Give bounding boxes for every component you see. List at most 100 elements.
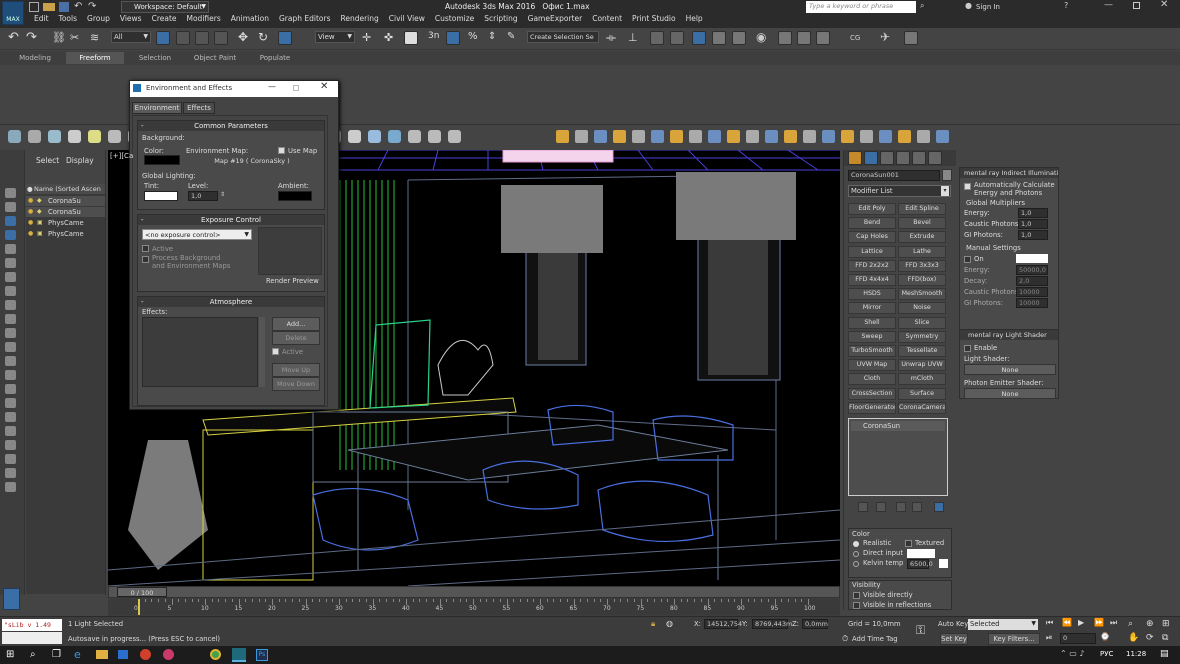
quick-access-new-icon[interactable] bbox=[29, 2, 39, 12]
menu-item-customize[interactable]: Customize bbox=[435, 14, 474, 23]
direct-input-radio[interactable] bbox=[853, 551, 859, 557]
menu-item-tools[interactable]: Tools bbox=[59, 14, 77, 23]
link-icon[interactable]: ⛓ bbox=[52, 31, 66, 44]
freeform-tool-icon[interactable] bbox=[651, 130, 664, 143]
redo-icon[interactable]: ↷ bbox=[26, 30, 37, 45]
tint-swatch[interactable] bbox=[144, 191, 178, 201]
manual-gi-input[interactable]: 10000 bbox=[1016, 298, 1048, 308]
move-up-button[interactable]: Move Up bbox=[272, 363, 320, 377]
time-tag-icon[interactable]: ⏱ bbox=[842, 634, 848, 644]
common-parameters-header[interactable]: Common Parameters - bbox=[138, 121, 324, 131]
extra-tool-icon[interactable] bbox=[388, 130, 401, 143]
selection-filter-dropdown[interactable]: All ▼ bbox=[111, 31, 151, 43]
app-logo[interactable]: MAX bbox=[2, 1, 24, 25]
material-editor-icon[interactable]: ◉ bbox=[756, 30, 766, 44]
key-icon[interactable]: ⚿ bbox=[916, 623, 925, 638]
photon-shader-button[interactable]: None bbox=[964, 388, 1056, 399]
set-key-button[interactable]: Set Key bbox=[940, 633, 968, 645]
language-indicator[interactable]: РУС bbox=[1100, 650, 1113, 658]
modifier-button[interactable]: Noise bbox=[898, 302, 946, 315]
modifier-button[interactable]: Lathe bbox=[898, 245, 946, 258]
freeform-tool-icon[interactable] bbox=[594, 130, 607, 143]
extra-tool-icon[interactable] bbox=[448, 130, 461, 143]
level-spinner[interactable]: ⇕ bbox=[220, 191, 225, 198]
show-end-result-icon[interactable] bbox=[876, 502, 886, 512]
scene-explorer-tool-icon[interactable] bbox=[5, 188, 16, 198]
column-header[interactable]: ● Name (Sorted Ascen bbox=[26, 184, 105, 194]
ribbon-toggle-icon[interactable] bbox=[692, 31, 706, 45]
pan-icon[interactable]: ✋ bbox=[1128, 633, 1139, 643]
extra-tool-icon[interactable] bbox=[368, 130, 381, 143]
angle-snap-icon[interactable] bbox=[446, 31, 460, 45]
modifier-button[interactable]: Symmetry bbox=[898, 330, 946, 343]
modifier-button[interactable]: Tessellate bbox=[898, 345, 946, 357]
edit-named-selection-icon[interactable]: ✎ bbox=[507, 31, 515, 42]
freeform-tool-icon[interactable] bbox=[879, 130, 892, 143]
list-item[interactable]: ● ▣ PhysCame bbox=[26, 229, 105, 239]
time-config-icon[interactable]: ⌚ bbox=[1100, 632, 1110, 641]
time-slider[interactable]: 0 / 100 bbox=[108, 586, 840, 598]
modifier-button[interactable]: CrossSection bbox=[848, 387, 896, 400]
kelvin-input[interactable]: 6500,0 bbox=[907, 559, 933, 569]
modifier-button[interactable]: Edit Poly bbox=[848, 203, 896, 215]
hierarchy-tab-icon[interactable] bbox=[880, 151, 894, 165]
textured-checkbox[interactable] bbox=[905, 540, 912, 547]
auto-key-button[interactable]: Auto Key bbox=[938, 620, 968, 628]
align-icon[interactable]: ⊥ bbox=[628, 31, 638, 44]
scene-explorer-tool-icon[interactable] bbox=[5, 454, 16, 464]
scene-tab-display[interactable]: Display bbox=[66, 156, 94, 165]
go-to-end-icon[interactable]: ⏭ bbox=[1110, 618, 1117, 628]
extra-tool-icon[interactable] bbox=[428, 130, 441, 143]
photoshop-icon[interactable]: Ps bbox=[256, 649, 268, 661]
freeform-tool-icon[interactable] bbox=[822, 130, 835, 143]
menu-item-content[interactable]: Content bbox=[592, 14, 622, 23]
visible-directly-checkbox[interactable] bbox=[853, 592, 860, 599]
modifier-stack[interactable]: CoronaSun bbox=[848, 418, 948, 496]
search-icon[interactable]: ⌕ bbox=[920, 1, 924, 11]
help-icon[interactable]: ? bbox=[1064, 1, 1068, 10]
modifier-button[interactable]: UVW Map bbox=[848, 359, 896, 372]
exposure-active-checkbox[interactable] bbox=[142, 245, 149, 252]
scene-explorer-tool-icon[interactable] bbox=[5, 230, 16, 240]
make-unique-icon[interactable] bbox=[896, 502, 906, 512]
sign-in-button[interactable]: Sign In bbox=[976, 3, 1000, 11]
modifier-list-dropdown[interactable]: Modifier List ▾ bbox=[848, 185, 951, 197]
freeform-tool-icon[interactable] bbox=[727, 130, 740, 143]
kelvin-swatch[interactable] bbox=[939, 559, 948, 568]
modifier-button[interactable]: FFD(box) bbox=[898, 274, 946, 286]
menu-item-help[interactable]: Help bbox=[686, 14, 703, 23]
visibility-icon[interactable]: ● bbox=[28, 218, 33, 228]
display-tab-icon[interactable] bbox=[912, 151, 926, 165]
visibility-icon[interactable]: ● bbox=[28, 207, 33, 217]
ref-coord-dropdown[interactable]: View ▼ bbox=[315, 31, 355, 43]
zoom-all-icon[interactable]: ⊕ bbox=[1146, 619, 1154, 629]
quick-access-open-icon[interactable] bbox=[43, 3, 55, 11]
quick-access-save-icon[interactable] bbox=[59, 2, 69, 12]
modifier-button[interactable]: Shell bbox=[848, 316, 896, 329]
scene-explorer-tool-icon[interactable] bbox=[5, 216, 16, 226]
modifier-button[interactable]: Lattice bbox=[848, 245, 896, 258]
scene-explorer-tool-icon[interactable] bbox=[5, 314, 16, 324]
scale-icon[interactable] bbox=[278, 31, 292, 45]
scene-explorer-tool-icon[interactable] bbox=[5, 244, 16, 254]
undo-icon[interactable]: ↶ bbox=[8, 30, 19, 45]
modifier-button[interactable]: Slice bbox=[898, 316, 946, 329]
named-selection-dropdown[interactable]: Create Selection Se bbox=[527, 31, 599, 43]
visibility-icon[interactable]: ● bbox=[28, 196, 33, 206]
layer-explorer-icon[interactable] bbox=[670, 31, 684, 45]
add-time-tag-button[interactable]: Add Time Tag bbox=[852, 635, 898, 643]
y-coordinate[interactable]: 8769,443m bbox=[752, 619, 792, 629]
freeform-tool-icon[interactable] bbox=[841, 130, 854, 143]
manipulate-icon[interactable]: ✜ bbox=[384, 31, 393, 44]
curve-editor-icon[interactable] bbox=[712, 31, 726, 45]
modifier-button[interactable]: MeshSmooth bbox=[898, 288, 946, 301]
modifier-button[interactable]: Bend bbox=[848, 217, 896, 230]
list-item[interactable]: ● ▣ PhysCame bbox=[26, 218, 105, 228]
tab-effects[interactable]: Effects bbox=[183, 102, 215, 114]
scene-explorer-tool-icon[interactable] bbox=[5, 370, 16, 380]
freeform-tool-icon[interactable] bbox=[670, 130, 683, 143]
modifier-button[interactable]: Sweep bbox=[848, 330, 896, 343]
scene-explorer-tool-icon[interactable] bbox=[5, 272, 16, 282]
explorer-icon[interactable] bbox=[96, 650, 108, 659]
background-color-swatch[interactable] bbox=[144, 155, 180, 165]
